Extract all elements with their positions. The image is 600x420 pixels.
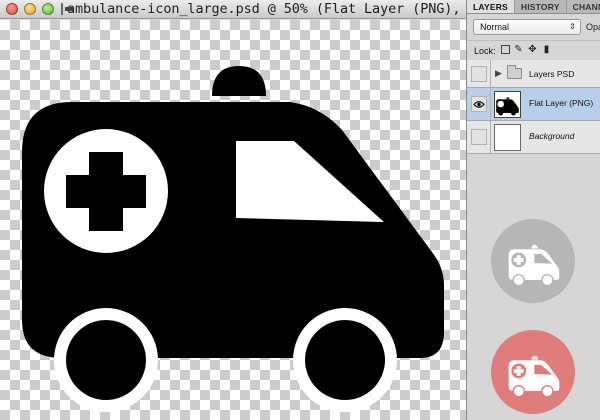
- tab-layers[interactable]: LAYERS: [467, 0, 515, 13]
- layer-thumbnail: [494, 91, 521, 118]
- lock-label: Lock:: [474, 46, 496, 56]
- lock-all-icon[interactable]: ▮: [541, 44, 552, 55]
- visibility-toggle[interactable]: [471, 96, 487, 112]
- layer-name: Layers PSD: [529, 69, 575, 79]
- zoom-button[interactable]: [42, 3, 54, 15]
- disclosure-triangle-icon[interactable]: ▶: [495, 68, 502, 79]
- divider: [490, 88, 491, 120]
- minimize-button[interactable]: [24, 3, 36, 15]
- ambulance-artwork: [22, 66, 444, 412]
- layer-thumbnail: [494, 124, 521, 151]
- lock-row: Lock: ✎ ✥ ▮: [467, 40, 600, 58]
- ambulance-preview-gray: [491, 219, 575, 303]
- layers-panel: LAYERS HISTORY CHANNE Normal ⇕ Opac Lock…: [466, 0, 600, 420]
- ambulance-preview-red: [491, 330, 575, 414]
- blend-mode-select[interactable]: Normal ⇕: [473, 19, 581, 35]
- layer-name: Flat Layer (PNG): [529, 98, 594, 108]
- lock-icons: ✎ ✥ ▮: [501, 44, 552, 55]
- blend-mode-value: Normal: [480, 22, 510, 32]
- siren-light: [212, 66, 266, 96]
- window-controls: [6, 3, 54, 15]
- blend-row: Normal ⇕ Opac: [467, 16, 600, 38]
- divider: [490, 60, 491, 87]
- rear-wheel: [305, 320, 385, 400]
- layer-row-flat-layer[interactable]: Flat Layer (PNG): [467, 88, 600, 121]
- close-button[interactable]: [6, 3, 18, 15]
- divider: [490, 121, 491, 153]
- tab-channels[interactable]: CHANNE: [567, 0, 600, 13]
- tab-history[interactable]: HISTORY: [515, 0, 567, 13]
- select-arrows-icon: ⇕: [569, 22, 576, 31]
- lock-pixels-icon[interactable]: [501, 45, 510, 54]
- layer-name: Background: [529, 131, 575, 141]
- opacity-label: Opac: [586, 22, 600, 32]
- document-window: ambulance-icon_large.psd @ 50% (Flat Lay…: [0, 0, 466, 420]
- ambulance-icon: [508, 355, 560, 398]
- front-wheel: [66, 320, 146, 400]
- psd-document-icon: [61, 3, 73, 15]
- panel-tabs: LAYERS HISTORY CHANNE: [467, 0, 600, 14]
- layers-list: ▶ Layers PSD Flat Layer (PNG) Background: [467, 60, 600, 154]
- canvas[interactable]: [0, 20, 466, 420]
- folder-icon: [507, 65, 522, 79]
- title-bar[interactable]: ambulance-icon_large.psd @ 50% (Flat Lay…: [0, 0, 466, 19]
- layer-row-layers-psd[interactable]: ▶ Layers PSD: [467, 60, 600, 88]
- lock-brush-icon[interactable]: ✎: [513, 44, 524, 55]
- visibility-toggle[interactable]: [471, 66, 487, 82]
- layer-row-background[interactable]: Background: [467, 121, 600, 154]
- visibility-toggle[interactable]: [471, 129, 487, 145]
- document-title: ambulance-icon_large.psd @ 50% (Flat Lay…: [67, 1, 466, 17]
- ambulance-icon: [508, 244, 560, 287]
- eye-icon: [473, 101, 485, 108]
- lock-move-icon[interactable]: ✥: [527, 44, 538, 55]
